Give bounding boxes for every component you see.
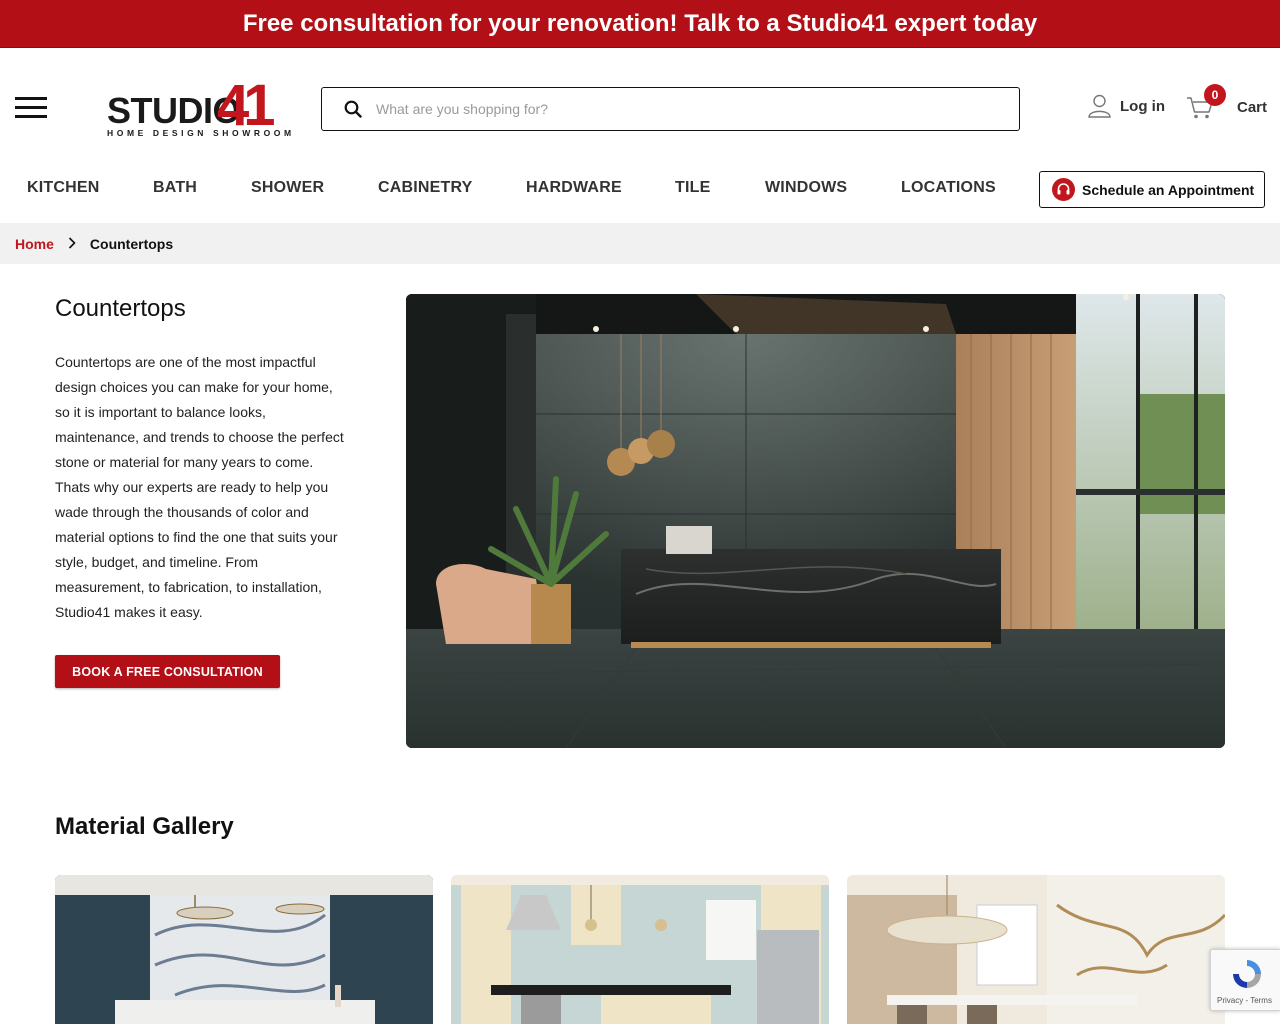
appointment-label: Schedule an Appointment [1082, 181, 1255, 198]
search-input[interactable] [376, 101, 976, 117]
chevron-right-icon [68, 236, 76, 252]
headset-icon [1052, 178, 1075, 201]
book-consultation-button[interactable]: BOOK A FREE CONSULTATION [55, 655, 280, 688]
login-link[interactable]: Log in [1088, 94, 1165, 118]
cart-count-badge: 0 [1204, 84, 1226, 106]
studio41-logo[interactable]: STUDIO 41 HOME DESIGN SHOWROOM [105, 72, 291, 140]
breadcrumb-home[interactable]: Home [15, 236, 54, 252]
search-bar[interactable] [321, 87, 1020, 131]
user-icon [1088, 94, 1111, 118]
page-title: Countertops [55, 295, 186, 322]
recaptcha-badge[interactable]: Privacy - Terms [1210, 949, 1280, 1011]
logo-tagline: HOME DESIGN SHOWROOM [107, 128, 295, 138]
hamburger-menu-icon[interactable] [15, 97, 47, 119]
nav-item-shower[interactable]: SHOWER [251, 179, 324, 197]
gallery-title: Material Gallery [55, 813, 234, 840]
nav-item-locations[interactable]: LOCATIONS [901, 179, 996, 197]
cart-label: Cart [1237, 99, 1268, 116]
nav-item-windows[interactable]: WINDOWS [765, 179, 847, 197]
recaptcha-links[interactable]: Privacy - Terms [1217, 996, 1272, 1005]
nav-item-hardware[interactable]: HARDWARE [526, 179, 622, 197]
cart-button[interactable]: 0 Cart [1186, 84, 1268, 124]
gallery-card[interactable] [55, 875, 433, 1024]
page-description: Countertops are one of the most impactfu… [55, 354, 344, 620]
promo-banner[interactable]: Free consultation for your renovation! T… [0, 0, 1280, 48]
hero-image [406, 294, 1225, 748]
breadcrumb-current: Countertops [89, 235, 174, 252]
schedule-appointment-button[interactable]: Schedule an Appointment [1039, 171, 1265, 208]
promo-text[interactable]: Free consultation for your renovation! T… [243, 10, 1037, 38]
nav-item-bath[interactable]: BATH [153, 179, 197, 197]
recaptcha-icon [1233, 960, 1261, 988]
breadcrumb: Home Countertops [0, 223, 1280, 264]
nav-item-tile[interactable]: TILE [675, 179, 710, 197]
login-label: Log in [1120, 97, 1165, 115]
search-icon[interactable] [344, 100, 362, 118]
gallery-card[interactable] [451, 875, 829, 1024]
nav-item-kitchen[interactable]: KITCHEN [27, 179, 100, 197]
gallery-card[interactable] [847, 875, 1225, 1024]
nav-item-cabinetry[interactable]: CABINETRY [378, 179, 473, 197]
